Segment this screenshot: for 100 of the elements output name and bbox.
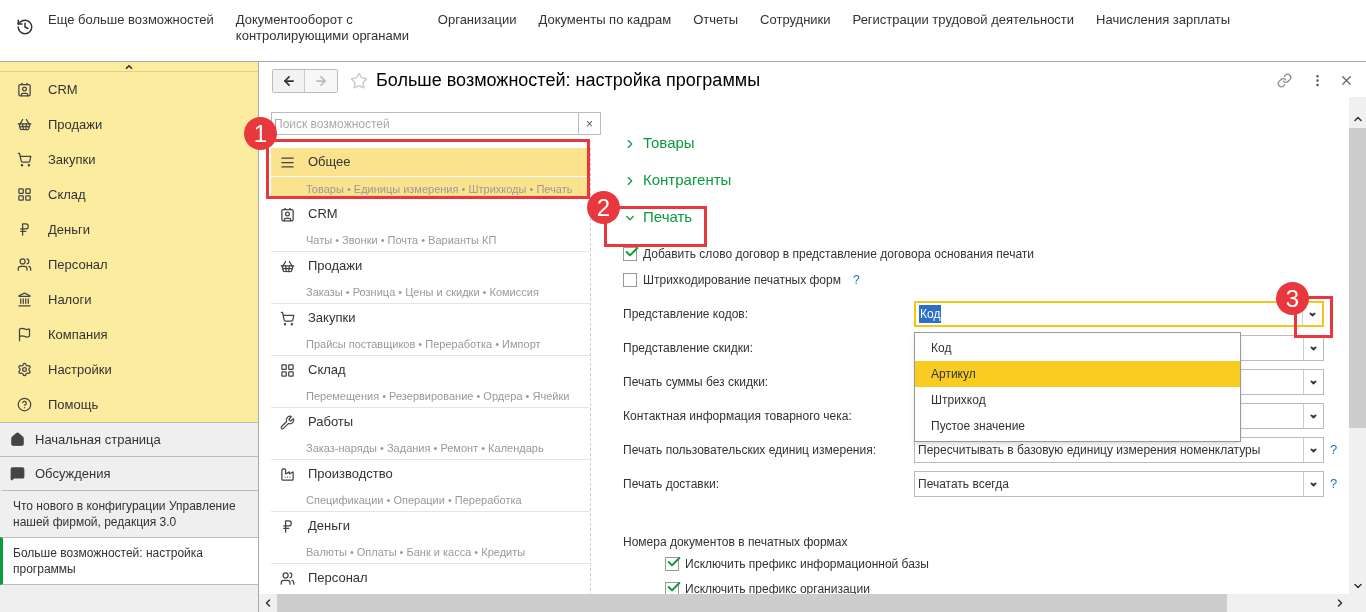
step-number-badge: 2 <box>587 191 620 224</box>
checkbox-label: Исключить префикс информационной базы <box>685 555 929 573</box>
feature-name: Общее <box>308 153 351 172</box>
feature-item[interactable]: Продажи Заказы • Розница • Цены и скидки • Комиссия <box>271 252 590 304</box>
field-label: Представление кодов: <box>623 306 750 323</box>
ruble-icon <box>280 518 295 534</box>
dropdown-option[interactable]: Штрихкод <box>915 387 1240 413</box>
basket-icon <box>280 258 295 274</box>
top-menu-link[interactable]: Еще больше возможностей <box>48 12 214 44</box>
close-icon[interactable] <box>1339 73 1354 88</box>
settings-icon <box>17 362 32 377</box>
back-button[interactable] <box>273 69 305 92</box>
sidebar-section-link[interactable]: Налоги <box>48 289 92 310</box>
factory-icon <box>280 466 295 482</box>
top-menu-link[interactable]: Документооборот с контролирующими органами <box>235 12 416 44</box>
group-title: Товары <box>643 133 695 154</box>
sidebar-section-link[interactable]: CRM <box>48 79 78 100</box>
top-menu-link[interactable]: Отчеты <box>693 12 739 44</box>
feature-details: Заказы • Розница • Цены и скидки • Комиссия <box>305 285 540 300</box>
group-header[interactable]: Контрагенты <box>623 162 732 199</box>
list-icon <box>280 154 295 170</box>
feature-details: Заказ-наряды • Задания • Ремонт • Календарь <box>305 441 545 456</box>
group-header[interactable]: Печать <box>623 199 693 236</box>
feature-name: Производство <box>308 465 393 484</box>
id-card-icon <box>17 82 32 97</box>
open-window-tab[interactable]: Больше возможностей: настройка программы <box>0 537 258 585</box>
feature-name: Склад <box>308 361 346 380</box>
feature-item[interactable]: CRM Чаты • Звонки • Почта • Варианты КП <box>271 200 590 252</box>
home-icon <box>10 432 25 447</box>
cart-icon <box>280 310 295 326</box>
select-value: Печатать всегда <box>918 476 1009 493</box>
top-menu-link[interactable]: Начисления зарплаты <box>1096 12 1231 44</box>
sidebar-section-link[interactable]: Помощь <box>48 394 99 415</box>
clear-button[interactable]: × <box>578 113 600 134</box>
group-header[interactable]: Товары <box>623 125 695 162</box>
help-link[interactable]: ? <box>852 271 860 289</box>
tools-icon <box>280 414 295 430</box>
grid-icon <box>17 187 32 202</box>
feature-details: Валюты • Оплаты • Банк и касса • Кредиты <box>305 545 527 560</box>
top-menu-link[interactable]: Документы по кадрам <box>538 12 672 44</box>
people-icon <box>280 570 295 586</box>
feature-details: Прайсы поставщиков • Переработка • Импорт <box>305 337 542 352</box>
field-label: Печать пользовательских единиц измерения: <box>623 442 877 459</box>
dropdown-option[interactable]: Артикул <box>915 361 1240 387</box>
sidebar-link[interactable]: Обсуждения <box>35 463 111 484</box>
feature-details: Чаты • Звонки • Почта • Варианты КП <box>305 233 498 248</box>
help-link[interactable]: ? <box>1330 440 1338 460</box>
help-icon <box>17 397 32 412</box>
feature-name: Деньги <box>308 517 350 536</box>
feature-name: Закупки <box>308 309 356 328</box>
top-menu-link[interactable]: Регистрации трудовой деятельности <box>852 12 1075 44</box>
dropdown-option[interactable]: Код <box>915 335 1240 361</box>
horizontal-scrollbar[interactable] <box>259 594 1366 612</box>
feature-item[interactable]: Работы Заказ-наряды • Задания • Ремонт • Календарь <box>271 408 590 460</box>
people-icon <box>17 257 32 272</box>
feature-name: Персонал <box>308 569 368 588</box>
basket-icon <box>17 117 32 132</box>
field-label: Печать доставки: <box>623 476 721 493</box>
checkbox[interactable] <box>665 581 679 594</box>
feature-name: Работы <box>308 413 354 432</box>
feature-item[interactable]: Закупки Прайсы поставщиков • Переработка • Импорт <box>271 304 590 356</box>
section-title: Номера документов в печатных формах <box>622 534 849 551</box>
feature-item[interactable]: Склад Перемещения • Резервирование • Ордера • Ячейки <box>271 356 590 408</box>
select-field[interactable]: Печатать всегда <box>914 471 1324 497</box>
field-label: Печать суммы без скидки: <box>623 374 770 391</box>
feature-name: CRM <box>308 205 338 224</box>
sidebar-section-link[interactable]: Деньги <box>48 219 90 240</box>
history-icon[interactable] <box>16 18 34 36</box>
vertical-scrollbar[interactable] <box>1349 97 1366 594</box>
search-field[interactable]: Поиск возможностей × <box>271 112 601 135</box>
window-title: Больше возможностей: настройка программы <box>376 69 761 92</box>
link-icon[interactable] <box>1277 73 1292 88</box>
sidebar-section-link[interactable]: Продажи <box>48 114 103 135</box>
grid-icon <box>280 362 295 378</box>
help-link[interactable]: ? <box>1330 474 1338 494</box>
group-title: Печать <box>643 207 693 228</box>
id-card-icon <box>280 206 295 222</box>
feature-item[interactable]: Деньги Валюты • Оплаты • Банк и касса • Кредиты <box>271 512 590 564</box>
group-title: Контрагенты <box>643 170 732 191</box>
sidebar-section-link[interactable]: Склад <box>48 184 86 205</box>
sidebar-link[interactable]: Начальная страница <box>35 429 161 450</box>
top-menu-link[interactable]: Организации <box>437 12 517 44</box>
flag-icon <box>17 327 32 342</box>
checkbox[interactable] <box>623 273 637 287</box>
sidebar-section-link[interactable]: Персонал <box>48 254 108 275</box>
sidebar-section-link[interactable]: Компания <box>48 324 108 345</box>
dropdown-option[interactable]: Пустое значение <box>915 413 1240 439</box>
checkbox[interactable] <box>665 556 679 571</box>
feature-name: Продажи <box>308 257 363 276</box>
select-value: Пересчитывать в базовую единицу измерения номенклатуры <box>918 442 1261 459</box>
checkbox[interactable] <box>623 247 637 261</box>
sidebar-section-link[interactable]: Закупки <box>48 149 96 170</box>
feature-item[interactable]: Производство Спецификации • Операции • Переработка <box>271 460 590 512</box>
star-icon[interactable] <box>350 71 368 90</box>
feature-details: Спецификации • Операции • Переработка <box>305 493 523 508</box>
ruble-icon <box>17 222 32 237</box>
top-menu-link[interactable]: Сотрудники <box>760 12 831 44</box>
field-label: Контактная информация товарного чека: <box>623 408 853 425</box>
scroll-up-icon[interactable] <box>124 62 134 72</box>
sidebar-section-link[interactable]: Настройки <box>48 359 112 380</box>
